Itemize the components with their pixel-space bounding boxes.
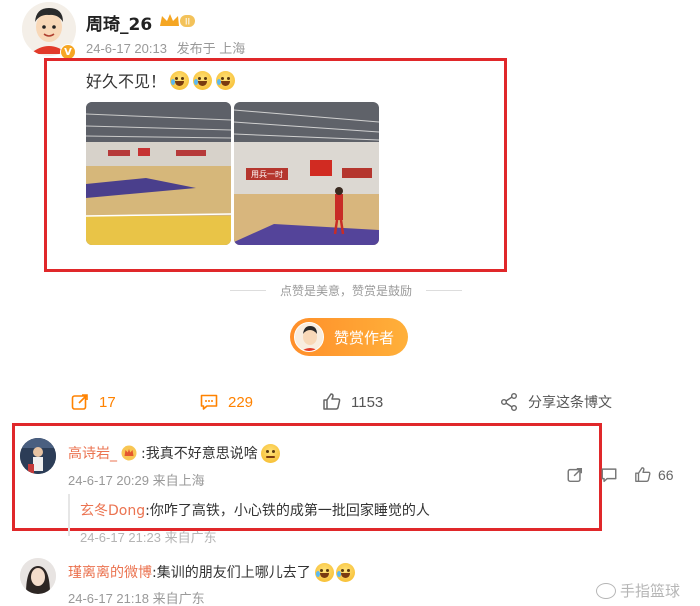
thumbs-up-icon — [323, 393, 341, 410]
repost-icon — [71, 394, 88, 410]
laugh-cry-emoji-icon — [193, 70, 213, 90]
repost-button[interactable]: 17 — [70, 392, 116, 412]
comment-like-count: 66 — [658, 467, 674, 483]
reply-author-name[interactable]: 玄冬Dong — [80, 503, 145, 519]
reply-item: 玄冬Dong:你咋了高铁，小心铁的成第一批回家睡觉的人 24-6-17 21:2… — [68, 494, 588, 545]
comment-text: :集训的朋友们上哪儿去了 — [152, 565, 311, 581]
comment-like-button[interactable]: 66 — [634, 466, 674, 484]
post-image-1[interactable] — [86, 102, 231, 245]
comment-text: :我真不好意思说啥 — [141, 446, 258, 462]
reward-tip: 点赞是美意，赞赏是鼓励 — [230, 282, 462, 299]
awkward-emoji-icon — [260, 443, 280, 463]
watermark: 手指篮球 — [596, 580, 680, 601]
repost-count: 17 — [99, 393, 116, 411]
svg-text:II: II — [185, 18, 190, 28]
like-count: 1153 — [351, 393, 384, 411]
comment-location: 来自广东 — [152, 591, 205, 606]
comment-icon — [200, 394, 218, 410]
commenter-name[interactable]: 高诗岩_ — [68, 443, 117, 463]
laugh-cry-emoji-icon — [335, 562, 355, 582]
laugh-cry-emoji-icon — [216, 70, 236, 90]
watermark-text: 手指篮球 — [620, 582, 681, 600]
reward-author-button[interactable]: 赞赏作者 — [290, 318, 408, 356]
comment-date: 24-6-17 20:29 — [68, 473, 149, 488]
reply-text: :你咋了高铁，小心铁的成第一批回家睡觉的人 — [145, 503, 430, 519]
like-button[interactable]: 1153 — [322, 392, 383, 412]
comment-meta: 24-6-17 20:29 来自上海 — [68, 470, 205, 489]
crown-level-icon: II — [160, 14, 195, 28]
share-button[interactable]: 分享这条博文 — [499, 392, 612, 412]
author-avatar-small — [294, 322, 324, 352]
comment-meta: 24-6-17 21:18 来自广东 — [68, 588, 205, 606]
reply-meta: 24-6-17 21:23 来自广东 — [80, 530, 217, 545]
share-icon — [501, 393, 517, 411]
comment-button[interactable]: 229 — [199, 392, 253, 412]
commenter-avatar[interactable] — [20, 438, 56, 474]
reward-author-label: 赞赏作者 — [334, 328, 395, 347]
share-label: 分享这条博文 — [528, 395, 612, 411]
banner-text: 用兵一时 — [251, 169, 283, 179]
comment-1: 高诗岩_ :我真不好意思说啥 — [68, 443, 280, 463]
author-name[interactable]: 周琦_26 — [86, 10, 152, 35]
weibo-logo-icon — [596, 582, 616, 599]
comment-date: 24-6-17 21:18 — [68, 591, 149, 606]
post-text-content: 好久不见！ — [86, 72, 167, 91]
comment-actions: 66 — [566, 466, 674, 484]
post-meta: 24-6-17 20:13 发布于 上海 — [86, 38, 251, 57]
comment-location: 来自上海 — [152, 473, 205, 488]
thumbs-up-icon — [635, 467, 651, 482]
post-text: 好久不见！ — [86, 68, 236, 92]
post-location: 发布于 上海 — [176, 41, 246, 56]
comment-2: 瑾离离的微博 :集训的朋友们上哪儿去了 — [68, 562, 355, 582]
vip-crown-icon — [121, 445, 137, 461]
reply-line: 玄冬Dong:你咋了高铁，小心铁的成第一批回家睡觉的人 — [80, 500, 588, 520]
laugh-cry-emoji-icon — [170, 70, 190, 90]
commenter-avatar[interactable] — [20, 558, 56, 594]
comment-count: 229 — [228, 393, 254, 411]
post-date: 24-6-17 20:13 — [86, 41, 167, 56]
commenter-name[interactable]: 瑾离离的微博 — [68, 562, 152, 582]
comment-icon[interactable] — [600, 466, 618, 484]
repost-icon[interactable] — [566, 466, 584, 484]
post-image-2[interactable]: 用兵一时 — [234, 102, 379, 245]
laugh-cry-emoji-icon — [314, 562, 334, 582]
